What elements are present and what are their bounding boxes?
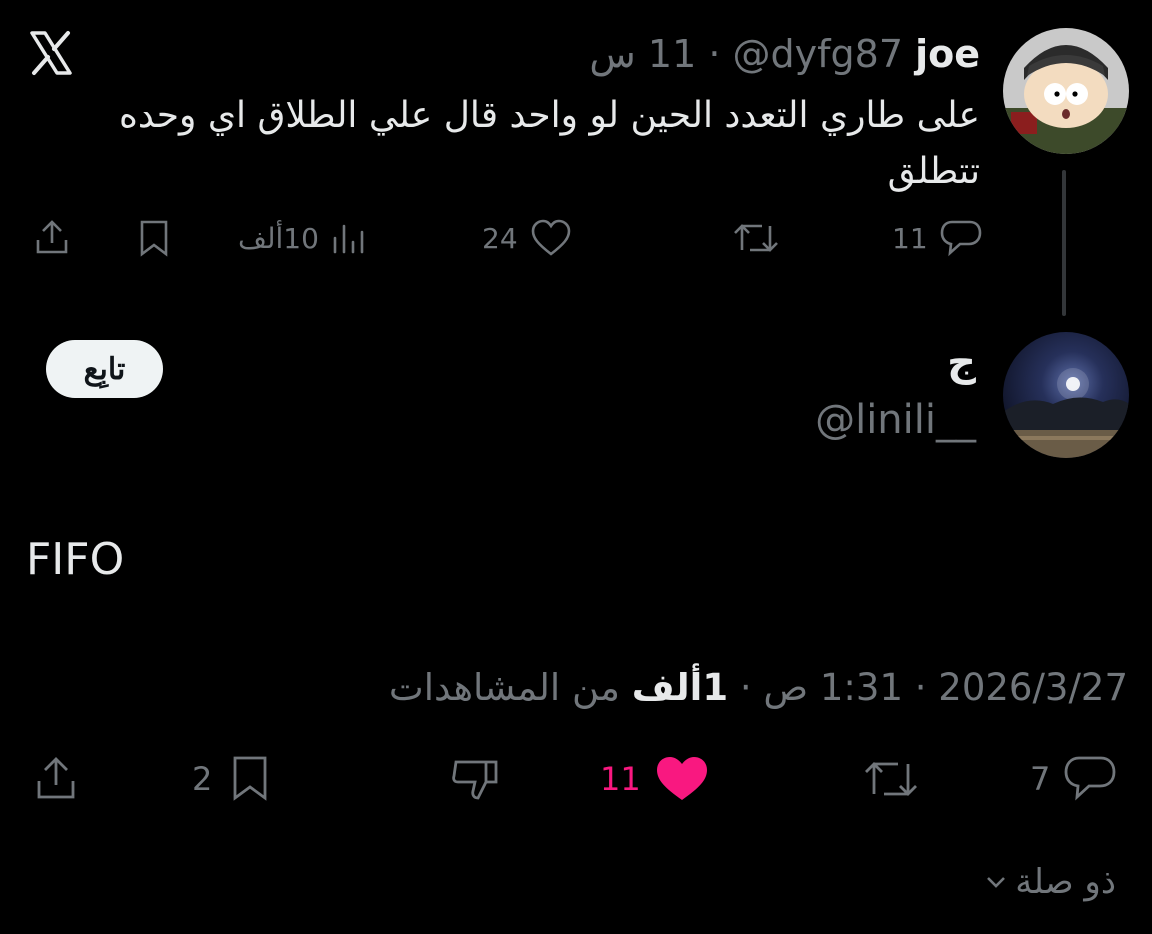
thread-line bbox=[1062, 170, 1066, 316]
share-button[interactable] bbox=[30, 216, 74, 260]
tweet-text: على طاري التعدد الحين لو واحد قال علي ال… bbox=[119, 95, 980, 192]
user-handle[interactable]: @dyfg87 bbox=[733, 32, 903, 76]
bookmark-icon bbox=[224, 752, 276, 806]
share-icon bbox=[30, 216, 74, 260]
tweet-header: 11 س · @dyfg87 joe bbox=[589, 28, 980, 80]
like-count: 11 bbox=[600, 760, 641, 798]
heart-filled-icon bbox=[653, 752, 711, 806]
repost-icon bbox=[860, 752, 922, 806]
dislike-button[interactable] bbox=[448, 752, 504, 806]
like-button[interactable]: 11 bbox=[600, 752, 711, 806]
like-count: 24 bbox=[482, 221, 518, 255]
user-name[interactable]: joe bbox=[915, 32, 980, 76]
share-button[interactable] bbox=[30, 752, 82, 806]
views-button[interactable]: 10ألف bbox=[238, 216, 369, 260]
bookmark-button[interactable]: 2 bbox=[192, 752, 276, 806]
reply-count: 7 bbox=[1030, 760, 1051, 798]
x-logo-icon[interactable] bbox=[26, 28, 76, 78]
tweet-time[interactable]: 11 س bbox=[589, 32, 696, 76]
repost-button[interactable] bbox=[730, 216, 782, 260]
views-count: 10ألف bbox=[238, 221, 319, 255]
chevron-down-icon bbox=[983, 869, 1009, 895]
separator: · bbox=[708, 32, 721, 76]
user-name[interactable]: ج bbox=[947, 336, 976, 388]
tweet-time[interactable]: 1:31 ص bbox=[763, 666, 903, 709]
reply-icon bbox=[1062, 752, 1118, 806]
bookmark-count: 2 bbox=[192, 760, 213, 798]
tweet-date[interactable]: 2026/3/27 bbox=[938, 666, 1128, 709]
bookmark-button[interactable] bbox=[132, 216, 176, 260]
like-button[interactable]: 24 bbox=[482, 216, 574, 260]
related-label: ذو صلة bbox=[1015, 862, 1116, 902]
user-handle[interactable]: @linili__ bbox=[815, 394, 976, 446]
analytics-icon bbox=[329, 216, 369, 260]
reply-icon bbox=[938, 216, 984, 260]
reply-button[interactable]: 7 bbox=[1030, 752, 1118, 806]
repost-button[interactable] bbox=[860, 752, 922, 806]
tweet-text: FIFO bbox=[26, 534, 125, 585]
bookmark-icon bbox=[132, 216, 176, 260]
separator: · bbox=[914, 666, 927, 709]
avatar[interactable] bbox=[1003, 332, 1129, 458]
views-count: 1ألف bbox=[631, 666, 729, 709]
reply-count: 11 bbox=[892, 221, 928, 255]
follow-button[interactable]: تابِع bbox=[46, 340, 163, 398]
separator: · bbox=[739, 666, 752, 709]
related-toggle[interactable]: ذو صلة bbox=[983, 862, 1116, 902]
views-label: من المشاهدات bbox=[388, 666, 620, 709]
reply-button[interactable]: 11 bbox=[892, 216, 984, 260]
heart-icon bbox=[528, 216, 574, 260]
tweet-meta: 2026/3/27 · 1:31 ص · 1ألف من المشاهدات bbox=[389, 660, 1128, 716]
share-icon bbox=[30, 752, 82, 806]
repost-icon bbox=[730, 216, 782, 260]
thumbs-down-icon bbox=[448, 752, 504, 806]
avatar[interactable] bbox=[1003, 28, 1129, 154]
